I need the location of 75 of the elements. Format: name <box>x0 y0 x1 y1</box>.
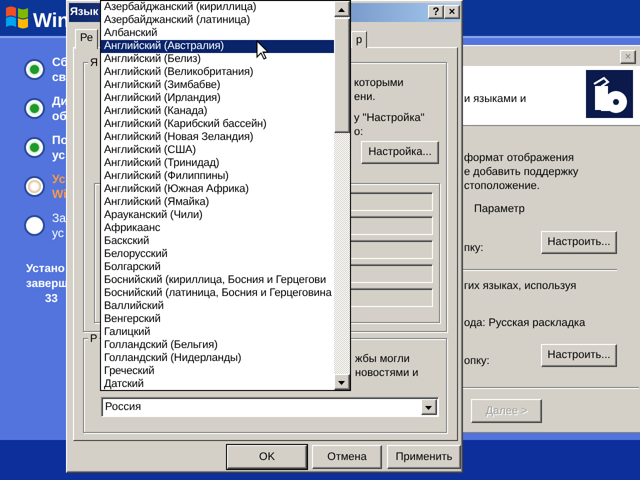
list-item[interactable]: Английский (Ирландия) <box>101 92 334 105</box>
list-item[interactable]: Албанский <box>101 27 334 40</box>
list-item[interactable]: Валлийский <box>101 300 334 313</box>
row-label: опку: <box>464 355 490 368</box>
cd-box-icon <box>586 70 633 118</box>
list-item[interactable]: Английский (Великобритания) <box>101 66 334 79</box>
window-title: Язык <box>70 6 98 19</box>
header-text: и языками и <box>464 93 526 106</box>
scroll-down-icon[interactable] <box>334 374 350 390</box>
tab[interactable]: р <box>351 31 368 48</box>
list-item[interactable]: Голландский (Бельгия) <box>101 339 334 352</box>
step-label: св <box>52 70 66 85</box>
step-label: За <box>52 211 66 226</box>
step-label: ус <box>52 148 66 163</box>
close-button[interactable]: × <box>444 5 460 19</box>
list-item[interactable]: Английский (Карибский бассейн) <box>101 118 334 131</box>
description-text: жбы могли <box>355 353 410 366</box>
list-item[interactable]: Датский <box>101 378 334 391</box>
list-item[interactable]: Английский (Ямайка) <box>101 196 334 209</box>
list-item[interactable]: Греческий <box>101 365 334 378</box>
list-item[interactable]: Английский (Белиз) <box>101 53 334 66</box>
description-text: новостями и <box>355 367 418 380</box>
tab[interactable]: Ре <box>75 29 98 49</box>
list-item[interactable]: Английский (Тринидад) <box>101 157 334 170</box>
step-label: Ус <box>52 172 66 187</box>
time-remaining-text: 33 <box>45 292 58 307</box>
list-item[interactable]: Африкаанс <box>101 222 334 235</box>
list-item[interactable]: Голландский (Нидерланды) <box>101 352 334 365</box>
list-item[interactable]: Английский (Южная Африка) <box>101 183 334 196</box>
option-label: Параметр <box>474 203 525 216</box>
description-text: стоположение. <box>464 180 540 193</box>
apply-button[interactable]: Применить <box>387 445 461 469</box>
list-item[interactable]: Боснийский (латиница, Босния и Герцеговина <box>101 287 334 300</box>
time-remaining-text: Устано <box>26 262 65 277</box>
configure-button[interactable]: Настроить... <box>541 231 617 254</box>
row-label: гих языках, используя <box>464 280 576 293</box>
list-item[interactable]: Венгерский <box>101 313 334 326</box>
step-label: ус <box>52 226 64 241</box>
list-item[interactable]: Английский (Филиппины) <box>101 170 334 183</box>
list-item[interactable]: Галицкий <box>101 326 334 339</box>
description-text: о: <box>354 126 364 139</box>
help-button[interactable]: ? <box>428 5 444 19</box>
list-item[interactable]: Английский (Новая Зеландия) <box>101 131 334 144</box>
list-item[interactable]: Белорусский <box>101 248 334 261</box>
configure-button[interactable]: Настроить... <box>541 344 617 367</box>
location-combobox[interactable]: Россия <box>101 397 439 417</box>
windows-flag-icon <box>4 4 30 30</box>
list-item[interactable]: Английский (США) <box>101 144 334 157</box>
description-text: формат отображения <box>464 152 574 165</box>
list-item[interactable]: Английский (Канада) <box>101 105 334 118</box>
list-item[interactable]: Баскский <box>101 235 334 248</box>
scroll-thumb[interactable] <box>334 18 350 133</box>
list-item[interactable]: Азербайджанский (латиница) <box>101 14 334 27</box>
cancel-button[interactable]: Отмена <box>312 445 382 469</box>
description-text: е добавить поддержку <box>464 166 578 179</box>
list-item[interactable]: Английский (Австралия) <box>101 40 334 53</box>
description-text: у "Настройка" <box>354 112 425 125</box>
description-text: ени. <box>354 91 376 104</box>
ok-button[interactable]: OK <box>227 445 307 469</box>
list-item[interactable]: Болгарский <box>101 261 334 274</box>
scroll-up-icon[interactable] <box>334 1 350 17</box>
settings-button[interactable]: Настройка... <box>361 141 439 164</box>
row-label: ода: Русская раскладка <box>464 317 586 330</box>
location-value: Россия <box>105 401 142 414</box>
list-item[interactable]: Азербайджанский (кириллица) <box>101 1 334 14</box>
step-label: Wi <box>52 187 67 202</box>
row-label: пку: <box>464 242 484 255</box>
list-item[interactable]: Арауканский (Чили) <box>101 209 334 222</box>
time-remaining-text: заверш <box>26 277 68 292</box>
list-item[interactable]: Английский (Зимбабве) <box>101 79 334 92</box>
description-text: которыми <box>354 77 404 90</box>
scrollbar[interactable] <box>334 1 350 390</box>
mouse-cursor-icon <box>256 40 269 60</box>
list-item[interactable]: Боснийский (кириллица, Босния и Герцегови <box>101 274 334 287</box>
step-label: об <box>52 109 67 124</box>
